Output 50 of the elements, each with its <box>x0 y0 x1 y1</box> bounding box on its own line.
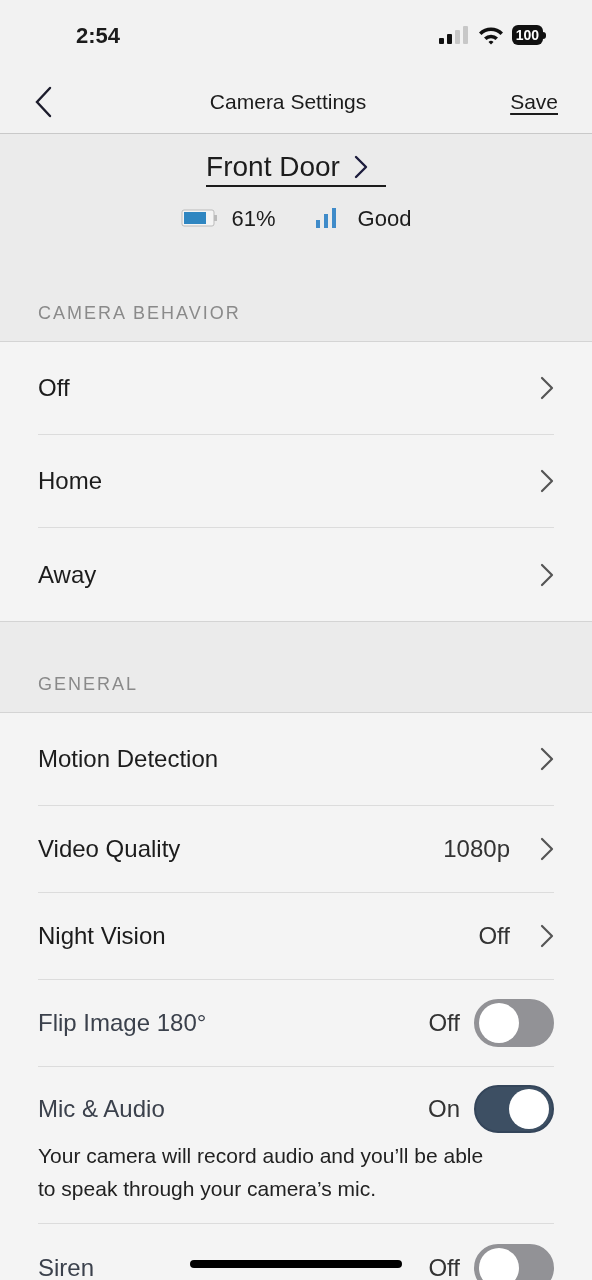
toggle-switch[interactable] <box>474 999 554 1047</box>
row-label: Flip Image 180° <box>38 1008 207 1038</box>
settings-row[interactable]: Mic & Audio On Your camera will record audio and you’ll be able to speak through your camera’s mic. <box>38 1067 554 1224</box>
row-label: Video Quality <box>38 834 181 864</box>
status-time: 2:54 <box>76 21 121 50</box>
row-label: Night Vision <box>38 921 166 951</box>
cellular-signal-icon <box>438 26 470 44</box>
row-value: Off <box>428 1252 460 1280</box>
signal-quality: Good <box>357 204 412 233</box>
chevron-icon <box>540 924 554 948</box>
battery-level: 100 <box>511 25 543 45</box>
wifi-icon <box>477 25 504 45</box>
screen-title: Camera Settings <box>209 88 367 115</box>
row-label: Siren <box>38 1252 95 1280</box>
chevron-icon <box>540 469 554 493</box>
settings-row[interactable]: Flip Image 180° Off <box>38 980 554 1067</box>
chevron-icon <box>540 376 554 400</box>
chevron-icon <box>540 837 554 861</box>
save-link[interactable]: Save <box>510 85 558 118</box>
settings-row[interactable]: Siren Off <box>38 1224 554 1280</box>
row-label: Mic & Audio <box>38 1094 165 1124</box>
row-label: Off <box>38 373 70 403</box>
toggle-knob <box>509 1089 549 1129</box>
settings-row[interactable]: Away <box>38 528 554 621</box>
row-value: Off <box>428 1008 460 1038</box>
settings-row[interactable]: Home <box>38 435 554 528</box>
row-value: Off <box>478 921 510 951</box>
settings-row[interactable]: Motion Detection <box>38 713 554 806</box>
settings-row[interactable]: Off <box>38 342 554 435</box>
camera-name-link[interactable]: Front Door <box>206 150 386 187</box>
toggle-knob <box>479 1003 519 1043</box>
toggle-knob <box>479 1247 519 1280</box>
row-label: Away <box>38 559 97 590</box>
settings-row[interactable]: Video Quality 1080p <box>38 806 554 893</box>
chevron-icon <box>540 562 554 587</box>
toggle-switch[interactable] <box>474 1243 554 1280</box>
battery-percent: 61% <box>231 204 276 233</box>
signal-strength-icon <box>315 208 336 228</box>
row-label: Home <box>38 466 103 496</box>
chevron-icon <box>353 155 368 179</box>
row-value: On <box>428 1094 460 1124</box>
chevron-icon <box>540 747 554 771</box>
row-value: 1080p <box>443 834 510 864</box>
settings-row[interactable]: Night Vision Off <box>38 893 554 980</box>
toggle-switch[interactable] <box>474 1085 554 1133</box>
section-header: GENERAL <box>38 673 139 696</box>
row-description: Your camera will record audio and you’ll be able to speak through your camera’s mic. <box>38 1143 485 1202</box>
battery-icon <box>180 208 218 228</box>
section-header: CAMERA BEHAVIOR <box>38 302 241 325</box>
row-label: Motion Detection <box>38 744 219 774</box>
